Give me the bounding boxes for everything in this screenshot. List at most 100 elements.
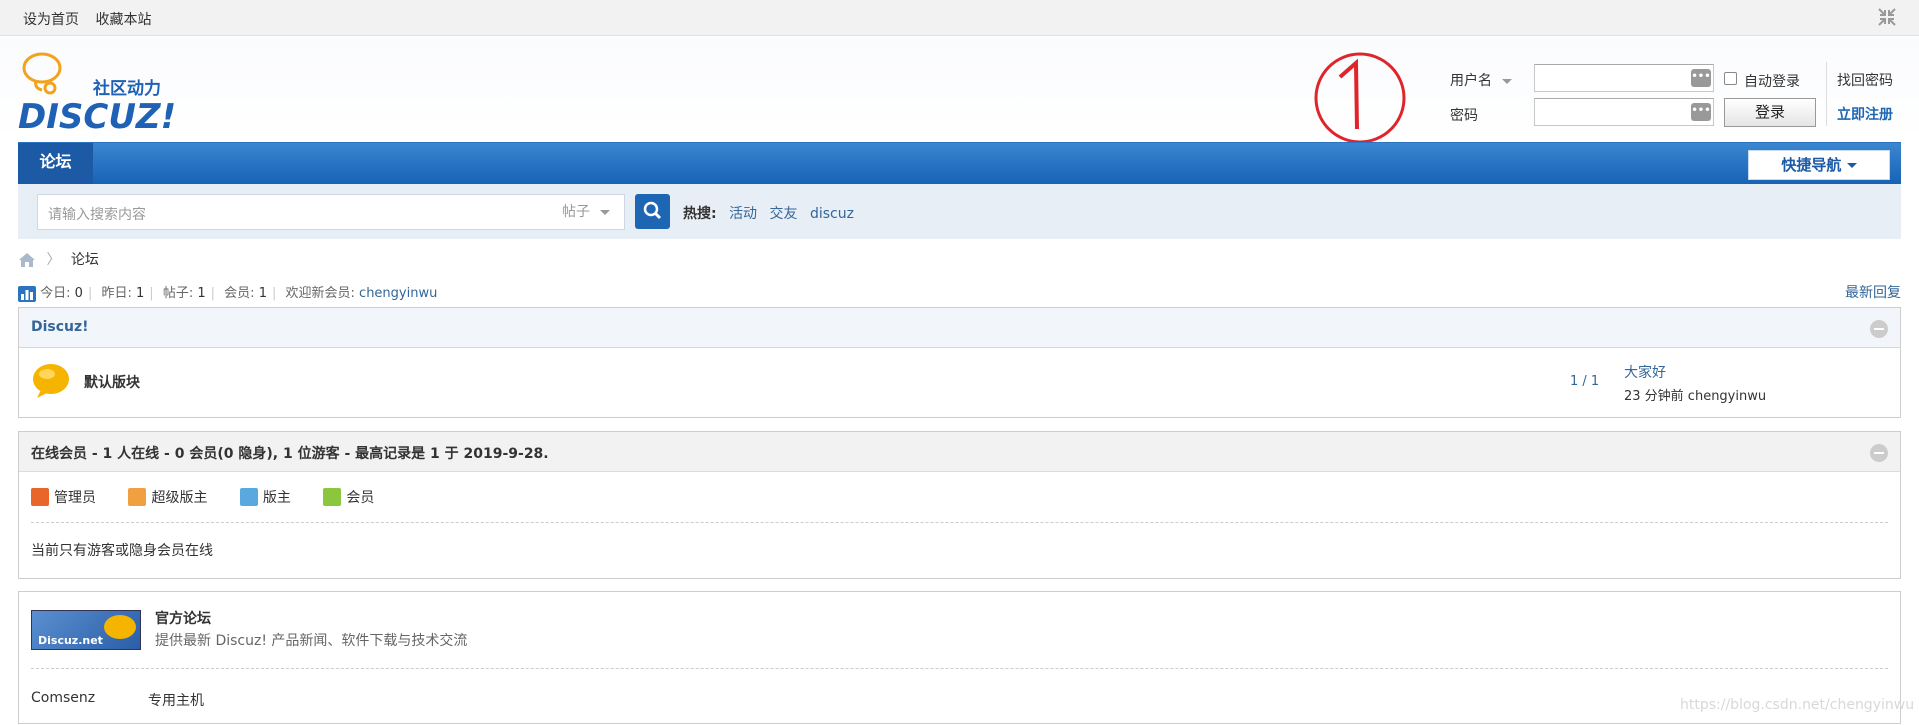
yesterday-label: 昨日: <box>101 286 132 301</box>
legend-admin: 管理员 <box>31 487 96 507</box>
member-legend: 管理员 超级版主 版主 会员 <box>31 487 402 510</box>
online-header-text: 在线会员 - 1 人在线 - 0 会员(0 隐身), 1 位游客 - 最高记录是… <box>31 446 549 462</box>
legend-label: 管理员 <box>54 490 96 506</box>
chevron-down-icon <box>1502 78 1513 84</box>
home-icon[interactable] <box>18 252 36 268</box>
site-logo[interactable]: 社区动力 DISCUZ! <box>18 52 188 137</box>
top-links: 设为首页 收藏本站 <box>23 9 163 29</box>
stats-divider: | <box>271 286 277 301</box>
hot-link-discuz[interactable]: discuz <box>810 206 854 222</box>
comsenz-link[interactable]: Comsenz <box>31 690 95 706</box>
logo-cn-text: 社区动力 <box>92 78 161 99</box>
search-category-label: 帖子 <box>562 204 590 220</box>
category-header: Discuz! <box>19 308 1900 348</box>
legend-super-mod: 超级版主 <box>128 487 207 507</box>
thread-post-counts: 1 / 1 <box>1570 374 1600 389</box>
today-label: 今日: <box>40 286 71 301</box>
login-button[interactable]: 登录 <box>1724 98 1816 127</box>
auto-login-checkbox[interactable] <box>1724 72 1737 85</box>
search-placeholder: 请输入搜索内容 <box>48 207 146 223</box>
posts-label: 帖子: <box>162 286 194 301</box>
hot-link-friends[interactable]: 交友 <box>770 206 798 222</box>
collapse-icon[interactable] <box>1870 444 1888 462</box>
divider <box>31 522 1888 523</box>
super-moderator-user-icon <box>128 488 147 506</box>
new-member-link[interactable]: chengyinwu <box>359 286 437 301</box>
breadcrumb-separator: 〉 <box>46 252 61 268</box>
chevron-down-icon <box>600 209 611 215</box>
search-category-select[interactable]: 帖子 <box>550 194 625 230</box>
tab-forum[interactable]: 论坛 <box>18 143 93 184</box>
password-input[interactable]: ••• <box>1534 98 1714 126</box>
red-circle-annotation <box>1314 52 1406 144</box>
quick-nav-button[interactable]: 快捷导航 <box>1748 150 1890 180</box>
welcome-label: 欢迎新会员: <box>285 286 355 301</box>
posts-count: 1 <box>197 286 206 301</box>
find-password-link[interactable]: 找回密码 <box>1837 70 1893 90</box>
discuz-net-banner[interactable]: Discuz.net <box>31 610 141 650</box>
discuz-logo-icon: 社区动力 DISCUZ! <box>18 52 176 137</box>
register-link[interactable]: 立即注册 <box>1837 104 1893 124</box>
legend-mod: 版主 <box>239 487 291 507</box>
official-forum-desc: 提供最新 Discuz! 产品新闻、软件下载与技术交流 <box>155 633 468 649</box>
password-label: 密码 <box>1450 108 1478 124</box>
bookmark-link[interactable]: 收藏本站 <box>95 12 151 28</box>
member-user-icon <box>323 488 342 506</box>
main-nav: 论坛 快捷导航 <box>18 142 1901 184</box>
today-count: 0 <box>74 286 83 301</box>
divider <box>1826 62 1827 126</box>
logo-en-text: DISCUZ! <box>18 97 176 132</box>
board-name-link[interactable]: 默认版块 <box>84 372 140 392</box>
members-count: 1 <box>258 286 267 301</box>
hot-link-activity[interactable]: 活动 <box>729 206 757 222</box>
stats-divider: | <box>87 286 93 301</box>
divider <box>31 668 1888 669</box>
set-home-link[interactable]: 设为首页 <box>23 12 79 28</box>
chevron-down-icon <box>1846 163 1857 168</box>
speech-bubble-icon <box>104 615 136 639</box>
yesterday-count: 1 <box>136 286 145 301</box>
username-label[interactable]: 用户名 <box>1450 70 1513 90</box>
moderator-user-icon <box>239 488 258 506</box>
forum-stats: 今日: 0 | 昨日: 1 | 帖子: 1 | 会员: 1 | 欢迎新会员: cheng… <box>18 282 1901 302</box>
speech-bubble-icon <box>33 364 69 398</box>
breadcrumb-current: 论坛 <box>70 252 99 268</box>
collapse-arrows-icon[interactable] <box>1876 6 1898 28</box>
stats-divider: | <box>210 286 216 301</box>
auto-login-label[interactable]: 自动登录 <box>1744 71 1800 91</box>
password-manager-icon[interactable]: ••• <box>1691 69 1711 87</box>
legend-label: 版主 <box>262 490 291 506</box>
category-title[interactable]: Discuz! <box>31 319 89 335</box>
legend-member: 会员 <box>323 487 374 507</box>
stats-chart-icon <box>18 285 36 302</box>
quick-nav-label: 快捷导航 <box>1781 156 1842 174</box>
online-note: 当前只有游客或隐身会员在线 <box>31 543 213 559</box>
breadcrumb: 〉 论坛 <box>18 249 99 269</box>
legend-label: 超级版主 <box>151 490 208 506</box>
legend-label: 会员 <box>346 490 375 506</box>
official-forum-link[interactable]: 官方论坛 <box>155 608 211 628</box>
forum-row: 默认版块 1 / 1 大家好 23 分钟前 chengyinwu <box>19 348 1900 418</box>
collapse-icon[interactable] <box>1870 320 1888 338</box>
search-bar: 请输入搜索内容 帖子 热搜: 活动 交友 discuz <box>18 184 1901 239</box>
search-input[interactable]: 请输入搜索内容 <box>37 194 552 230</box>
dedicated-host-link[interactable]: 专用主机 <box>148 690 204 710</box>
online-members: 在线会员 - 1 人在线 - 0 会员(0 隐身), 1 位游客 - 最高记录是… <box>18 431 1901 579</box>
admin-user-icon <box>31 488 49 506</box>
search-button[interactable] <box>635 194 670 229</box>
search-icon <box>643 201 662 220</box>
friend-links: Discuz.net 官方论坛 提供最新 Discuz! 产品新闻、软件下载与技… <box>18 591 1901 724</box>
stats-divider: | <box>149 286 154 301</box>
banner-text: Discuz.net <box>38 634 103 647</box>
password-manager-icon[interactable]: ••• <box>1691 103 1711 121</box>
forum-category: Discuz! 默认版块 1 / 1 大家好 23 分钟前 chengyinwu <box>18 307 1901 418</box>
hot-search-label: 热搜: <box>683 206 717 222</box>
online-header: 在线会员 - 1 人在线 - 0 会员(0 隐身), 1 位游客 - 最高记录是… <box>19 432 1900 472</box>
username-input[interactable]: ••• <box>1534 64 1714 92</box>
top-bar: 设为首页 收藏本站 <box>0 0 1919 36</box>
latest-reply-link[interactable]: 最新回复 <box>1845 282 1901 302</box>
last-post-time: 23 分钟前 chengyinwu <box>1624 389 1767 404</box>
last-post-title[interactable]: 大家好 <box>1624 362 1666 382</box>
hot-search: 热搜: 活动 交友 discuz <box>683 203 854 223</box>
watermark: https://blog.csdn.net/chengyinwu <box>1680 697 1915 713</box>
